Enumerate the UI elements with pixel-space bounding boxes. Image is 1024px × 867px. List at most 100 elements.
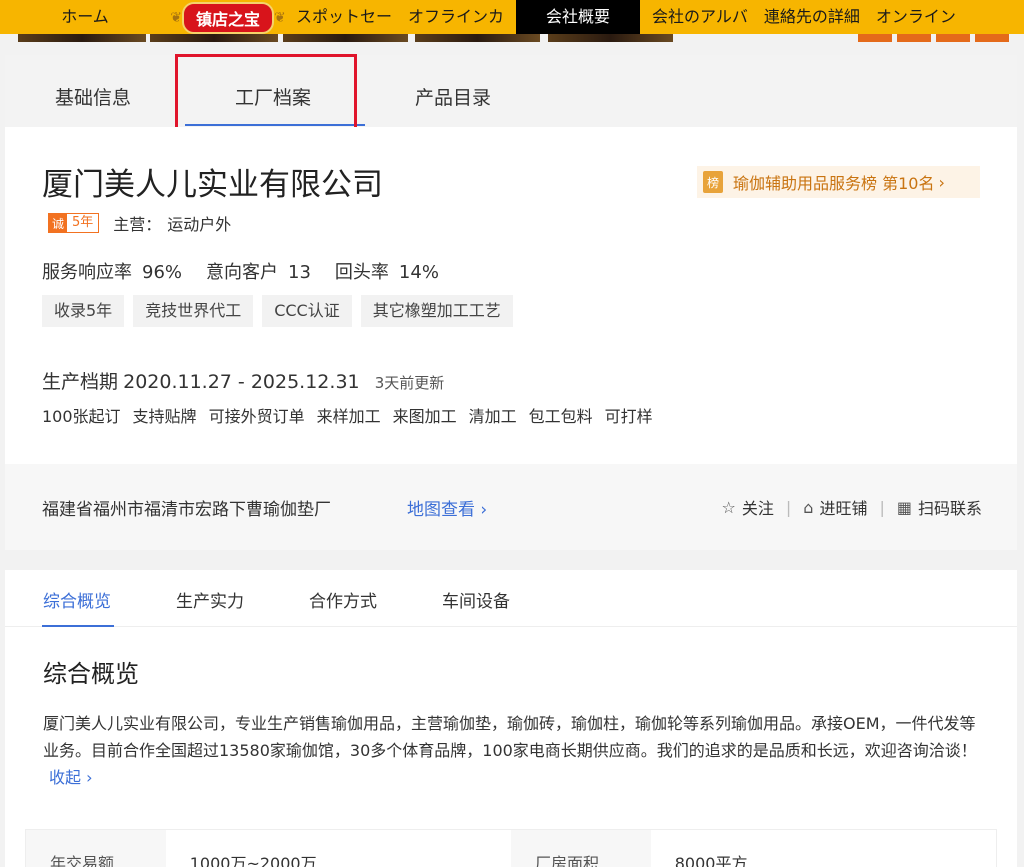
shop-icon: ⌂ (803, 497, 814, 517)
divider: | (879, 497, 885, 517)
stat-intended-customers: 意向客户 13 (206, 258, 311, 284)
nav-featured-badge[interactable]: ❦ 镇店之宝 ❦ (168, 1, 288, 35)
service-item: 支持贴牌 (132, 407, 197, 426)
stat-label: 意向客户 (206, 262, 279, 283)
service-item: 可打样 (604, 407, 653, 426)
period-update-note: 3天前更新 (374, 374, 445, 392)
table-cell-value: 1000万~2000万 (189, 854, 317, 867)
integrity-years: 5年 (72, 215, 94, 230)
nav-offline[interactable]: オフラインカ (400, 0, 512, 34)
section-title: 综合概览 (43, 660, 139, 688)
active-subtab-underline (42, 625, 114, 627)
featured-badge-label: 镇店之宝 (181, 2, 274, 34)
follow-label: 关注 (741, 499, 774, 518)
main-tabs: 基础信息 工厂档案 产品目录 (5, 55, 1017, 127)
table-cell-label: 厂房面积 (511, 830, 651, 867)
subtab-cooperation[interactable]: 合作方式 (309, 587, 377, 612)
company-card: 厦门美人儿实业有限公司 榜 瑜伽辅助用品服务榜 第10名 › 诚 5年 主营： … (5, 127, 1017, 464)
banner-thumbnail (415, 34, 540, 42)
stat-value: 13 (288, 262, 311, 283)
subtab-production-strength[interactable]: 生产实力 (176, 587, 244, 612)
top-navigation-bar: ホーム スポットセー オフラインカ 会社概要 会社のアルバ 連絡先の詳細 オンラ… (0, 0, 1024, 34)
service-item: 包工包料 (528, 407, 593, 426)
subtab-overview[interactable]: 综合概览 (43, 587, 111, 612)
divider: | (785, 497, 792, 517)
visit-shop-label: 进旺铺 (819, 499, 868, 518)
stat-value: 14% (398, 262, 439, 283)
banner-thumbnail (283, 34, 408, 42)
qrcode-icon: ▦ (896, 497, 912, 517)
nav-online[interactable]: オンライン (868, 0, 964, 34)
main-business-value: 运动户外 (167, 215, 232, 234)
follow-button[interactable]: ☆ 关注 (722, 495, 774, 519)
stats-row: 服务响应率 96% 意向客户 13 回头率 14% (42, 258, 463, 284)
ranking-badge[interactable]: 榜 瑜伽辅助用品服务榜 第10名 › (697, 166, 980, 198)
company-address: 福建省福州市福清市宏路下曹瑜伽垫厂 (42, 500, 331, 520)
overview-section: 综合概览 生产实力 合作方式 车间设备 综合概览 厦门美人儿实业有限公司，专业生… (5, 570, 1017, 867)
tag-item: 收录5年 (42, 295, 125, 327)
banner-thumbnail-strip (0, 34, 1024, 42)
tag-item: CCC认证 (262, 295, 352, 327)
map-view-link[interactable]: 地图查看 › (407, 495, 487, 520)
ranking-text: 瑜伽辅助用品服务榜 第10名 (733, 174, 935, 193)
stat-response-rate: 服务响应率 96% (42, 258, 182, 284)
table-cell-value: 8000平方 (674, 854, 748, 867)
period-value: 2020.11.27 - 2025.12.31 (123, 371, 360, 393)
scan-contact-button[interactable]: ▦ 扫码联系 (897, 495, 982, 519)
service-item: 来样加工 (316, 407, 381, 426)
banner-thumbnail (18, 34, 146, 42)
collapse-link[interactable]: 收起 › (49, 768, 93, 787)
integrity-icon: 诚 (49, 214, 67, 232)
visit-shop-button[interactable]: ⌂ 进旺铺 (803, 495, 867, 519)
address-bar: 福建省福州市福清市宏路下曹瑜伽垫厂 地图查看 › ☆ 关注 | ⌂ 进旺铺 | ▦ 扫… (5, 464, 1017, 550)
overview-subtabs: 综合概览 生产实力 合作方式 车间设备 (5, 570, 1017, 627)
map-link-label: 地图查看 (407, 500, 475, 520)
banner-thumbnail (858, 34, 892, 42)
tab-basic-info[interactable]: 基础信息 (55, 83, 131, 110)
ornament-right-icon: ❦ (274, 10, 286, 26)
tag-item: 竞技世界代工 (133, 295, 254, 327)
period-label: 生产档期 (42, 371, 119, 393)
production-period: 生产档期 2020.11.27 - 2025.12.31 3天前更新 (42, 367, 444, 394)
stat-value: 96% (142, 262, 183, 283)
info-table: 年交易额 1000万~2000万 厂房面积 8000平方 (25, 829, 997, 867)
banner-thumbnail (936, 34, 970, 42)
company-name: 厦门美人儿实业有限公司 (42, 167, 383, 203)
ornament-left-icon: ❦ (170, 10, 182, 26)
chevron-right-icon: › (938, 172, 945, 192)
banner-thumbnail (975, 34, 1009, 42)
description-text: 厦门美人儿实业有限公司，专业生产销售瑜伽用品，主营瑜伽垫，瑜伽砖，瑜伽柱，瑜伽轮… (43, 714, 977, 760)
nav-home[interactable]: ホーム (0, 0, 170, 34)
service-item: 可接外贸订单 (208, 407, 305, 426)
chevron-right-icon: › (86, 768, 93, 787)
stat-label: 回头率 (334, 262, 389, 283)
banner-thumbnail (897, 34, 931, 42)
certification-row: 诚 5年 主营： 运动户外 (48, 211, 231, 235)
stat-repeat-rate: 回头率 14% (335, 258, 439, 284)
banner-thumbnail (548, 34, 673, 42)
nav-spot-sale[interactable]: スポットセー (288, 0, 400, 34)
service-list: 100张起订 支持贴牌 可接外贸订单 来样加工 来图加工 清加工 包工包料 可打… (42, 403, 665, 427)
integrity-badge[interactable]: 诚 5年 (48, 213, 100, 233)
stat-label: 服务响应率 (42, 262, 132, 283)
star-icon: ☆ (721, 497, 736, 517)
tag-item: 其它橡塑加工工艺 (360, 295, 513, 327)
service-item: 100张起订 (42, 407, 121, 426)
service-item: 清加工 (468, 407, 517, 426)
service-item: 来图加工 (392, 407, 457, 426)
main-business-label: 主营： (113, 215, 162, 234)
tab-product-catalog[interactable]: 产品目录 (415, 83, 491, 110)
nav-company-profile[interactable]: 会社概要 (516, 0, 641, 34)
nav-company-album[interactable]: 会社のアルバ (644, 0, 756, 34)
company-description: 厦门美人儿实业有限公司，专业生产销售瑜伽用品，主营瑜伽垫，瑜伽砖，瑜伽柱，瑜伽轮… (43, 710, 988, 791)
ranking-icon: 榜 (703, 171, 723, 193)
chevron-right-icon: › (480, 500, 488, 520)
collapse-label: 收起 (49, 768, 82, 787)
banner-thumbnail (150, 34, 278, 42)
nav-contact-details[interactable]: 連絡先の詳細 (756, 0, 868, 34)
scan-contact-label: 扫码联系 (917, 499, 982, 518)
subtab-workshop-equipment[interactable]: 车间设备 (442, 587, 510, 612)
company-actions: ☆ 关注 | ⌂ 进旺铺 | ▦ 扫码联系 (722, 495, 982, 519)
table-cell-label: 年交易额 (26, 830, 166, 867)
tag-list: 收录5年 竞技世界代工 CCC认证 其它橡塑加工工艺 (42, 295, 522, 327)
